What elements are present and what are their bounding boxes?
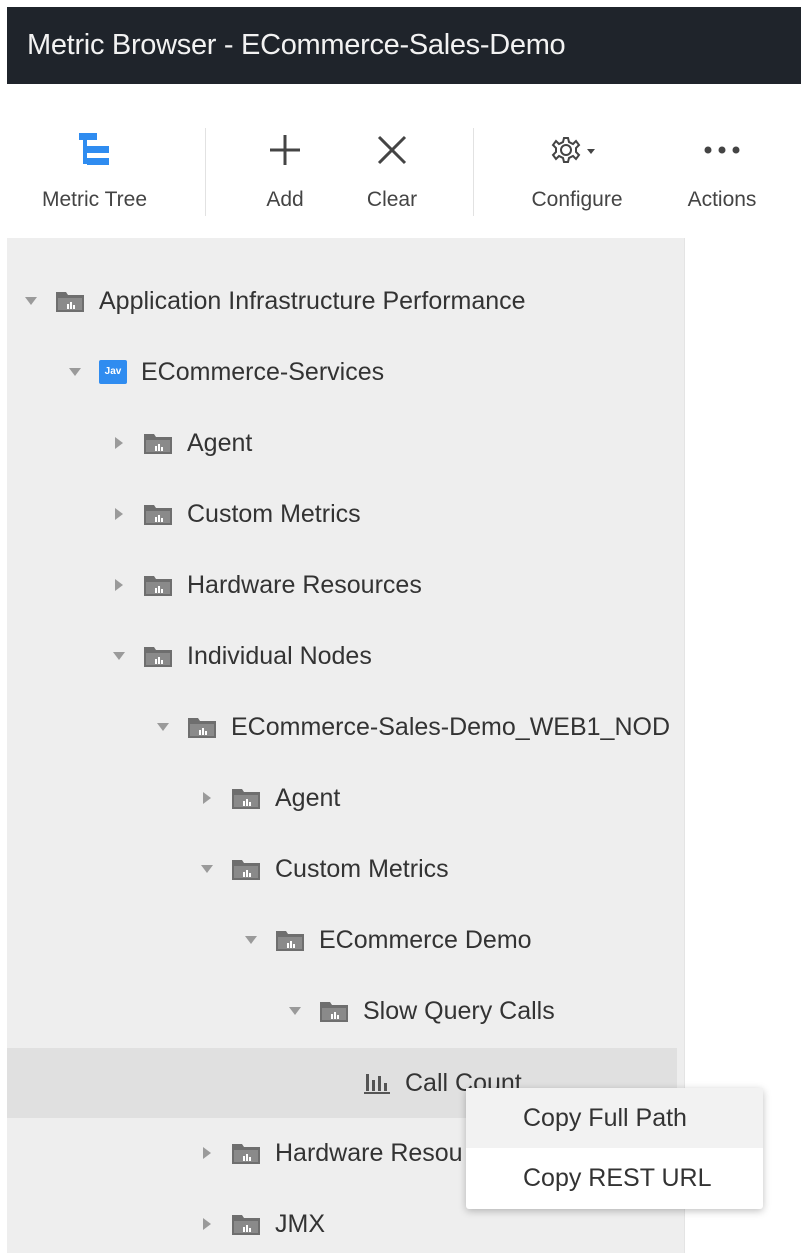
close-icon [352,124,432,176]
tree-node[interactable]: ECommerce-Sales-Demo_WEB1_NOD [7,692,677,762]
tree-node-label: ECommerce-Services [141,357,385,386]
folder-icon [319,999,349,1023]
gear-icon [517,124,637,176]
tree-node-label: ECommerce Demo [319,925,532,954]
folder-icon [275,928,305,952]
clear-label: Clear [366,188,418,211]
tree-node[interactable]: Individual Nodes [7,621,677,691]
toolbar-divider [473,128,474,216]
caret-down-icon[interactable] [149,720,177,734]
bar-chart-icon [363,1070,391,1096]
folder-icon [231,786,261,810]
more-icon [667,124,777,176]
add-button[interactable]: Add [245,124,325,224]
folder-icon [231,1212,261,1236]
clear-button[interactable]: Clear [352,124,432,224]
tree-node[interactable]: Custom Metrics [7,479,677,549]
tree-node-label: ECommerce-Sales-Demo_WEB1_NOD [231,712,671,741]
folder-icon [143,644,173,668]
configure-button[interactable]: Configure [517,124,637,224]
caret-right-icon[interactable] [193,1217,221,1231]
toolbar-divider [205,128,206,216]
tree-node-label: Hardware Resources [187,570,422,599]
folder-icon [55,289,85,313]
folder-icon [143,431,173,455]
caret-down-icon[interactable] [105,649,133,663]
tree-node-label: JMX [275,1209,325,1238]
copy-rest-url-menu-item[interactable]: Copy REST URL [466,1148,763,1208]
tree-node[interactable]: ECommerce Demo [7,905,677,975]
caret-down-icon[interactable] [17,294,45,308]
metric-tree-icon [22,124,167,176]
folder-icon [231,857,261,881]
plus-icon [245,124,325,176]
tree-node[interactable]: Custom Metrics [7,834,677,904]
folder-icon [143,573,173,597]
java-app-icon: Jav [99,360,127,384]
caret-right-icon[interactable] [193,1146,221,1160]
tree-node[interactable]: Jav ECommerce-Services [7,337,677,407]
tree-node-label: Individual Nodes [187,641,372,670]
context-menu: Copy Full Path Copy REST URL [466,1088,763,1209]
caret-right-icon[interactable] [193,791,221,805]
tree-node-label: Custom Metrics [275,854,449,883]
metric-tree-button[interactable]: Metric Tree [22,124,167,224]
folder-icon [187,715,217,739]
caret-right-icon[interactable] [105,578,133,592]
copy-full-path-menu-item[interactable]: Copy Full Path [466,1088,763,1148]
caret-down-icon[interactable] [237,933,265,947]
caret-down-icon[interactable] [61,365,89,379]
tree-node-label: Agent [187,428,253,457]
tree-node[interactable]: Agent [7,763,677,833]
caret-down-icon[interactable] [281,1004,309,1018]
tree-node-label: Agent [275,783,341,812]
tree-node-label: Custom Metrics [187,499,361,528]
actions-label: Actions [687,188,757,211]
actions-button[interactable]: Actions [667,124,777,224]
tree-node[interactable]: Slow Query Calls [7,976,677,1046]
tree-node[interactable]: Application Infrastructure Performance [7,266,677,336]
tree-node-label: Application Infrastructure Performance [99,286,526,315]
caret-right-icon[interactable] [105,436,133,450]
metric-tree-label: Metric Tree [41,188,148,211]
tree-node[interactable]: Hardware Resources [7,550,677,620]
add-label: Add [266,188,304,211]
window-title: Metric Browser - ECommerce-Sales-Demo [7,7,801,84]
folder-icon [231,1141,261,1165]
tree-node-label: Slow Query Calls [363,996,555,1025]
configure-label: Configure [531,188,623,211]
toolbar: Metric Tree Add Clear Configure Actions [7,84,801,238]
caret-right-icon[interactable] [105,507,133,521]
tree-node[interactable]: Agent [7,408,677,478]
folder-icon [143,502,173,526]
tree-node-label: Hardware Resou [275,1138,463,1167]
caret-down-icon[interactable] [193,862,221,876]
